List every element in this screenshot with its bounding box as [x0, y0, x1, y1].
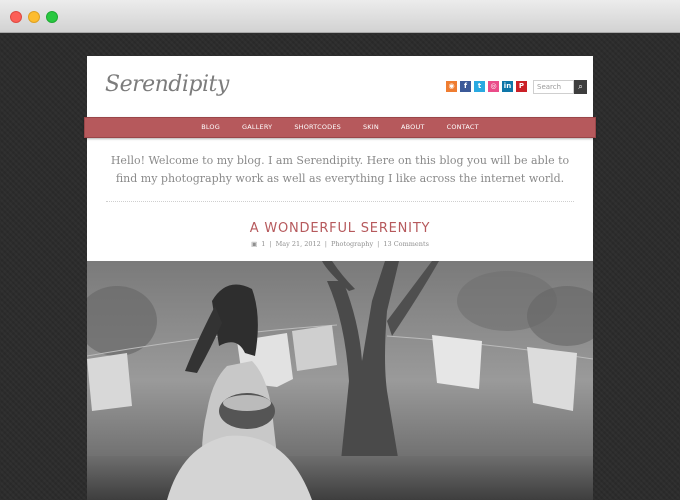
- rss-icon[interactable]: ◉: [446, 81, 457, 92]
- window-titlebar: [0, 0, 680, 33]
- post-title[interactable]: A Wonderful Serenity: [87, 221, 593, 236]
- pinterest-icon[interactable]: P: [516, 81, 527, 92]
- close-window-button[interactable]: [10, 11, 22, 23]
- minimize-window-button[interactable]: [28, 11, 40, 23]
- post-comments[interactable]: 13 Comments: [383, 240, 429, 248]
- meta-separator: |: [377, 240, 380, 248]
- post-meta: ▣ 1 | May 21, 2012 | Photography | 13 Comments: [87, 240, 593, 248]
- post-date: May 21, 2012: [275, 240, 321, 248]
- search-input[interactable]: Search: [533, 80, 574, 94]
- linkedin-icon[interactable]: in: [502, 81, 513, 92]
- meta-separator: |: [324, 240, 327, 248]
- nav-item-shortcodes[interactable]: Shortcodes: [283, 118, 352, 137]
- meta-separator: |: [269, 240, 272, 248]
- nav-item-gallery[interactable]: Gallery: [231, 118, 283, 137]
- nav-item-about[interactable]: About: [390, 118, 436, 137]
- post-category[interactable]: Photography: [331, 240, 373, 248]
- nav-item-contact[interactable]: Contact: [436, 118, 490, 137]
- featured-image[interactable]: [87, 261, 593, 500]
- main-nav: Blog Gallery Shortcodes Skin About Conta…: [84, 117, 596, 138]
- post-number: 1: [261, 240, 266, 248]
- image-format-icon: ▣: [251, 240, 258, 248]
- nav-item-blog[interactable]: Blog: [190, 118, 231, 137]
- zoom-window-button[interactable]: [46, 11, 58, 23]
- featured-photo: [87, 261, 593, 500]
- site-logo[interactable]: Serendipity: [105, 72, 229, 97]
- social-links: ◉ f t ◎ in P: [446, 81, 527, 92]
- intro-text: Hello! Welcome to my blog. I am Serendip…: [110, 154, 570, 185]
- search-icon[interactable]: ⌕: [574, 80, 587, 94]
- divider: [106, 201, 574, 202]
- dribbble-icon[interactable]: ◎: [488, 81, 499, 92]
- twitter-icon[interactable]: t: [474, 81, 485, 92]
- facebook-icon[interactable]: f: [460, 81, 471, 92]
- nav-item-skin[interactable]: Skin: [352, 118, 390, 137]
